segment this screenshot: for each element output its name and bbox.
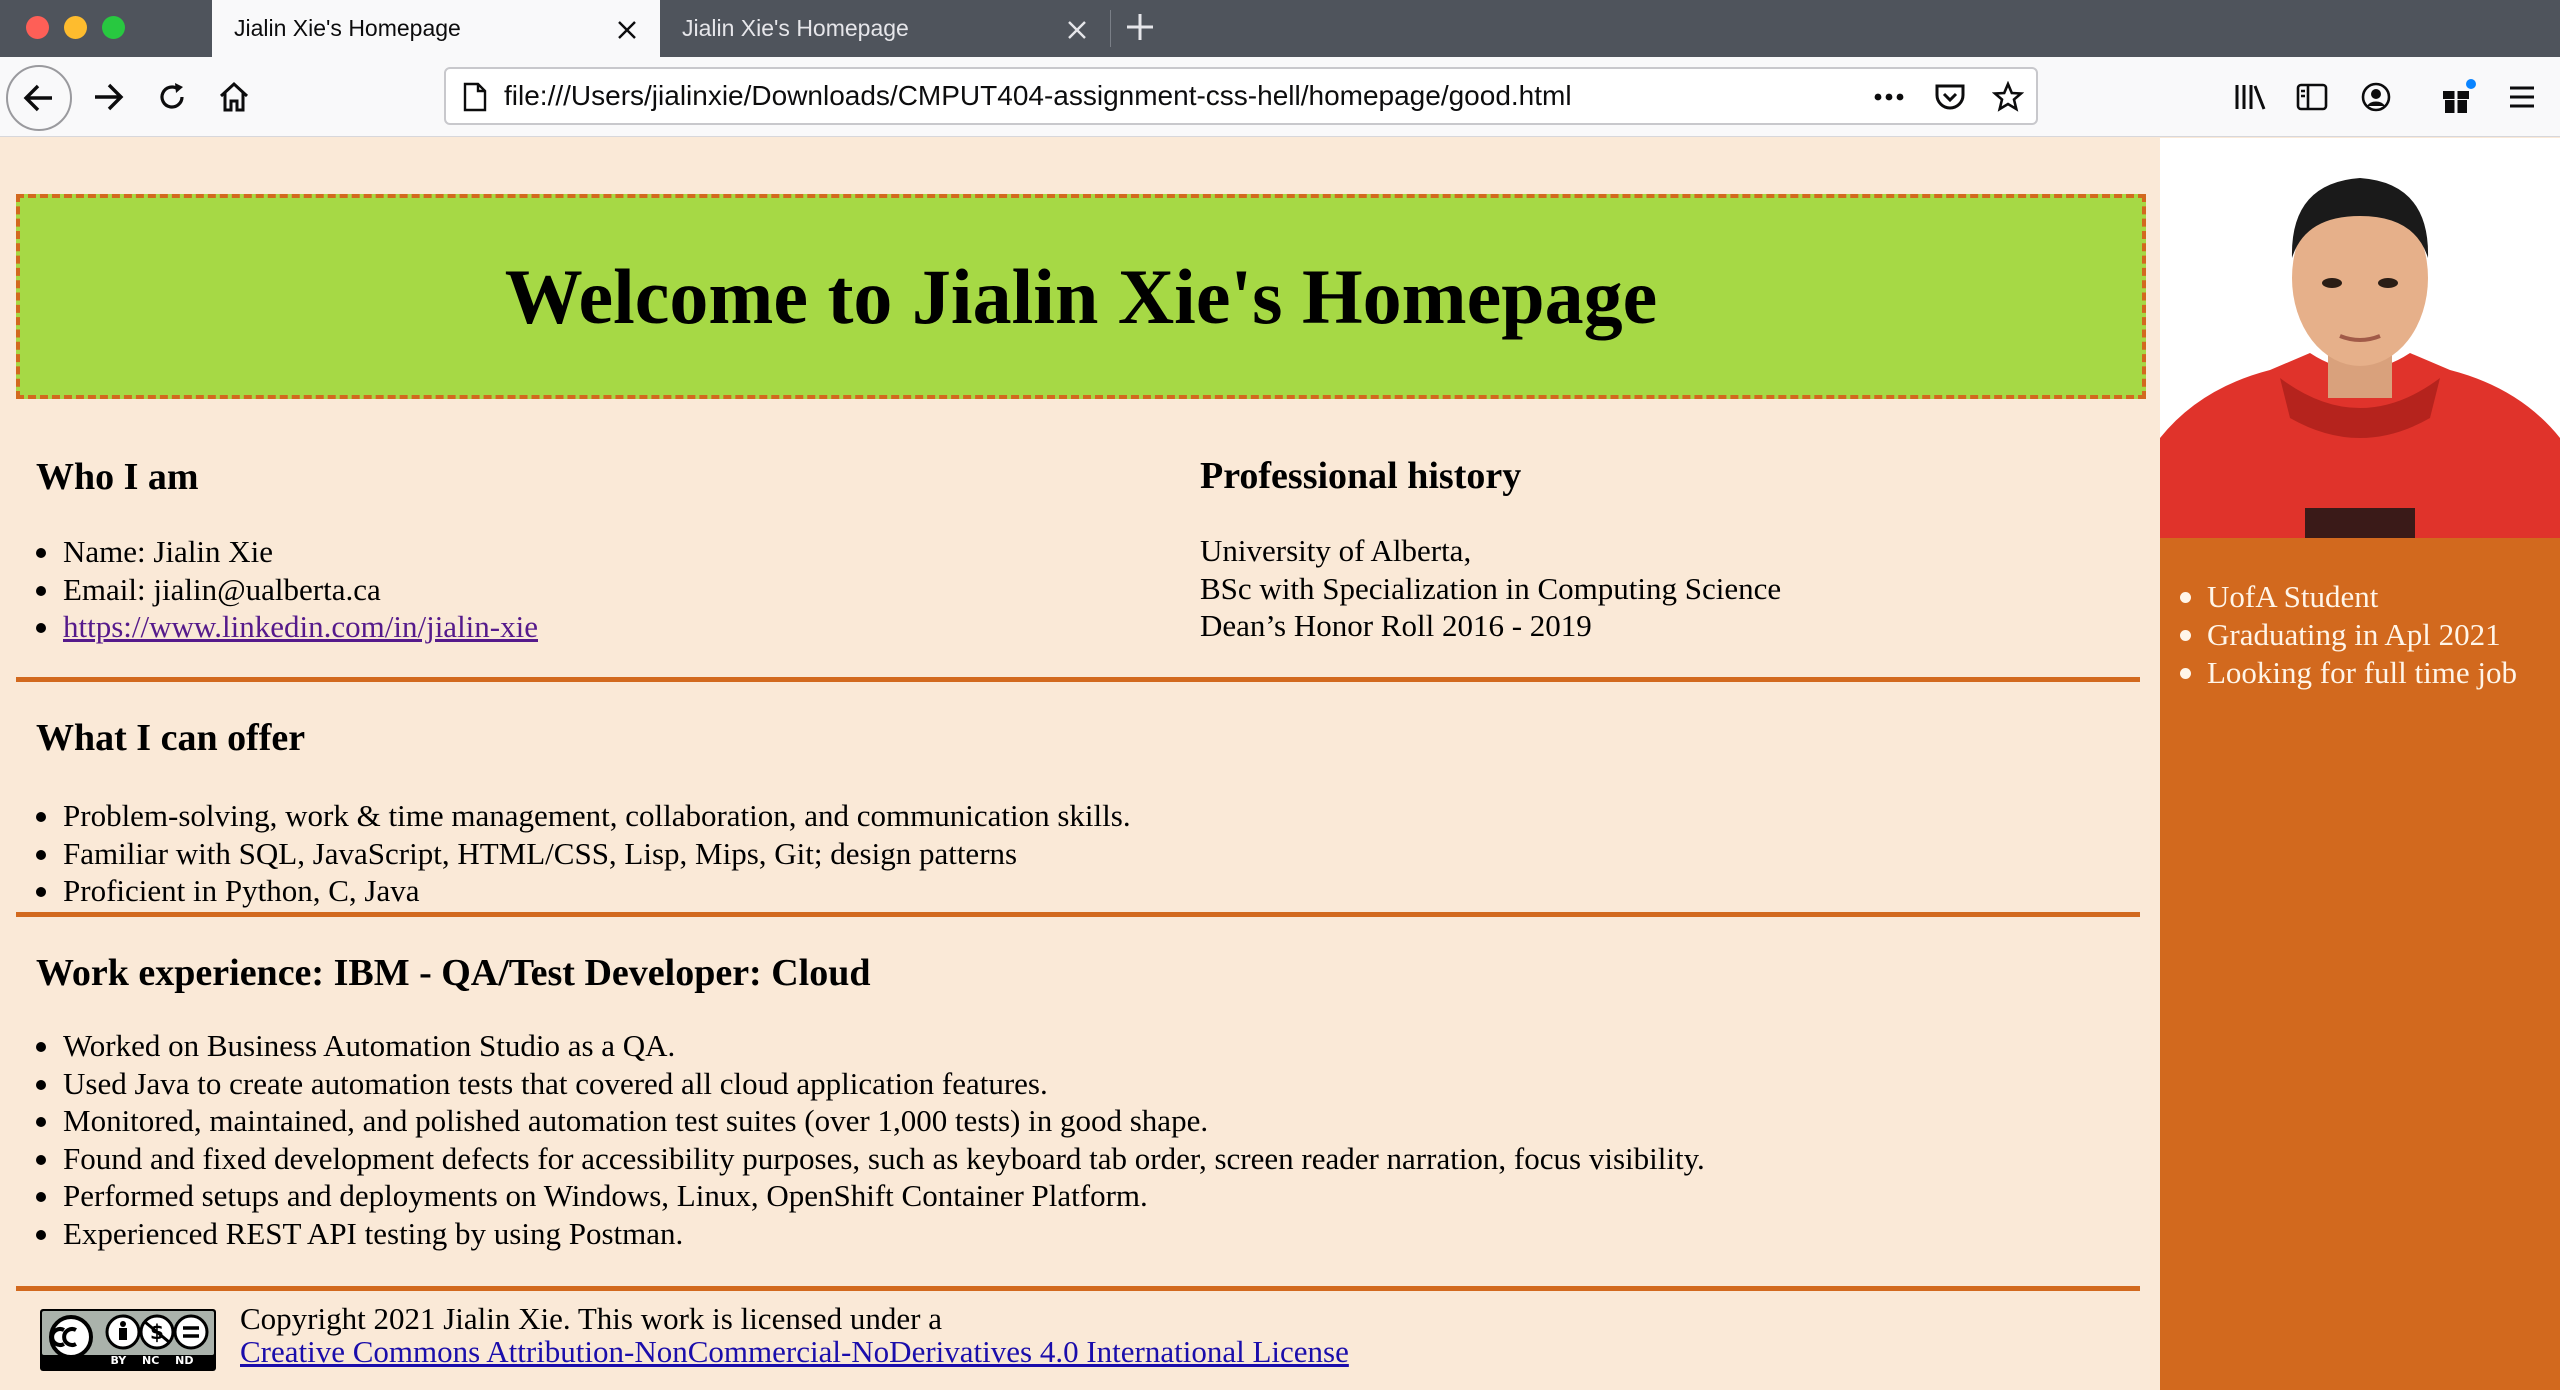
section-divider xyxy=(16,1286,2140,1291)
list-item: Email: jialin@ualberta.ca xyxy=(16,571,538,609)
page-icon xyxy=(463,82,487,112)
profile-photo-illustration xyxy=(2160,138,2560,538)
list-item: Familiar with SQL, JavaScript, HTML/CSS,… xyxy=(16,835,1131,873)
forward-arrow-icon xyxy=(95,83,124,111)
copyright-text: Copyright 2021 Jialin Xie. This work is … xyxy=(240,1301,942,1336)
page-content: Welcome to Jialin Xie's Homepage Who I a… xyxy=(0,138,2160,1390)
url-bar[interactable]: file:///Users/jialinxie/Downloads/CMPUT4… xyxy=(444,67,2038,125)
hamburger-menu-icon xyxy=(2510,86,2534,108)
pocket-icon[interactable] xyxy=(1934,82,1966,112)
window-zoom-button[interactable] xyxy=(102,16,125,39)
sidebar-toggle-button[interactable] xyxy=(2292,57,2332,137)
professional-history-text: University of Alberta, BSc with Speciali… xyxy=(1200,532,1781,645)
work-experience-heading: Work experience: IBM - QA/Test Developer… xyxy=(36,952,871,994)
work-experience-list: Worked on Business Automation Studio as … xyxy=(16,1027,1705,1252)
sidebar-list: UofA Student Graduating in Apl 2021 Look… xyxy=(2160,578,2517,692)
navigation-toolbar: file:///Users/jialinxie/Downloads/CMPUT4… xyxy=(0,57,2560,137)
list-item: Worked on Business Automation Studio as … xyxy=(16,1027,1705,1065)
list-item: Name: Jialin Xie xyxy=(16,533,538,571)
new-tab-button[interactable] xyxy=(1125,0,1155,56)
history-line: BSc with Specialization in Computing Sci… xyxy=(1200,570,1782,606)
list-item: Problem-solving, work & time management,… xyxy=(16,797,1131,835)
list-item: Performed setups and deployments on Wind… xyxy=(16,1177,1705,1215)
close-icon[interactable] xyxy=(1066,0,1088,57)
sidebar-item: UofA Student xyxy=(2160,578,2517,616)
header-banner: Welcome to Jialin Xie's Homepage xyxy=(16,194,2146,399)
sidebar-item: Graduating in Apl 2021 xyxy=(2160,616,2517,654)
sidebar: UofA Student Graduating in Apl 2021 Look… xyxy=(2160,138,2560,1390)
home-icon xyxy=(219,81,249,112)
cc-license-badge[interactable]: $ BY NC ND xyxy=(40,1309,216,1371)
back-arrow-icon xyxy=(23,84,52,112)
window-minimize-button[interactable] xyxy=(64,16,87,39)
page-title: Welcome to Jialin Xie's Homepage xyxy=(504,253,1658,340)
license-link[interactable]: Creative Commons Attribution-NonCommerci… xyxy=(240,1334,1349,1369)
tab-label: Jialin Xie's Homepage xyxy=(234,15,461,41)
tab-inactive[interactable]: Jialin Xie's Homepage xyxy=(660,0,1110,57)
offer-list: Problem-solving, work & time management,… xyxy=(16,797,1131,910)
linkedin-link[interactable]: https://www.linkedin.com/in/jialin-xie xyxy=(63,609,538,644)
home-button[interactable] xyxy=(212,57,256,137)
list-item: Monitored, maintained, and polished auto… xyxy=(16,1102,1705,1140)
back-button[interactable] xyxy=(6,65,72,131)
library-button[interactable] xyxy=(2230,57,2270,137)
what-i-can-offer-heading: What I can offer xyxy=(36,717,306,759)
tab-label: Jialin Xie's Homepage xyxy=(682,15,909,41)
account-icon xyxy=(2361,82,2391,112)
more-icon[interactable] xyxy=(1874,93,1904,101)
list-item: https://www.linkedin.com/in/jialin-xie xyxy=(16,608,538,646)
star-icon[interactable] xyxy=(1992,81,2024,113)
menu-button[interactable] xyxy=(2502,57,2542,137)
library-icon xyxy=(2235,85,2266,110)
list-item: Proficient in Python, C, Java xyxy=(16,872,1131,910)
tab-bar: Jialin Xie's Homepage Jialin Xie's Homep… xyxy=(0,0,2560,57)
tab-active[interactable]: Jialin Xie's Homepage xyxy=(212,0,660,57)
section-divider xyxy=(16,912,2140,917)
forward-button[interactable] xyxy=(86,57,130,137)
profile-photo xyxy=(2160,138,2560,538)
footer-text: Copyright 2021 Jialin Xie. This work is … xyxy=(240,1302,1349,1368)
window-close-button[interactable] xyxy=(26,16,49,39)
reload-button[interactable] xyxy=(150,57,194,137)
list-item: Found and fixed development defects for … xyxy=(16,1140,1705,1178)
tab-separator xyxy=(1110,10,1111,47)
reload-icon xyxy=(160,83,184,109)
close-icon[interactable] xyxy=(616,0,638,57)
cc-badge-text: BY NC ND xyxy=(110,1354,194,1367)
url-text[interactable]: file:///Users/jialinxie/Downloads/CMPUT4… xyxy=(504,69,1572,123)
who-i-am-heading: Who I am xyxy=(36,456,199,498)
account-button[interactable] xyxy=(2356,57,2396,137)
section-divider xyxy=(16,677,2140,682)
gift-icon xyxy=(2443,79,2476,113)
history-line: Dean’s Honor Roll 2016 - 2019 xyxy=(1200,608,1592,643)
sidebar-icon xyxy=(2296,83,2328,111)
who-i-am-list: Name: Jialin Xie Email: jialin@ualberta.… xyxy=(16,533,538,646)
creative-commons-icon: $ xyxy=(49,1314,209,1358)
list-item: Used Java to create automation tests tha… xyxy=(16,1065,1705,1103)
sidebar-item: Looking for full time job xyxy=(2160,654,2517,692)
history-line: University of Alberta, xyxy=(1200,533,1472,568)
professional-history-heading: Professional history xyxy=(1200,455,1522,497)
list-item: Experienced REST API testing by using Po… xyxy=(16,1215,1705,1253)
whats-new-button[interactable] xyxy=(2436,57,2480,137)
